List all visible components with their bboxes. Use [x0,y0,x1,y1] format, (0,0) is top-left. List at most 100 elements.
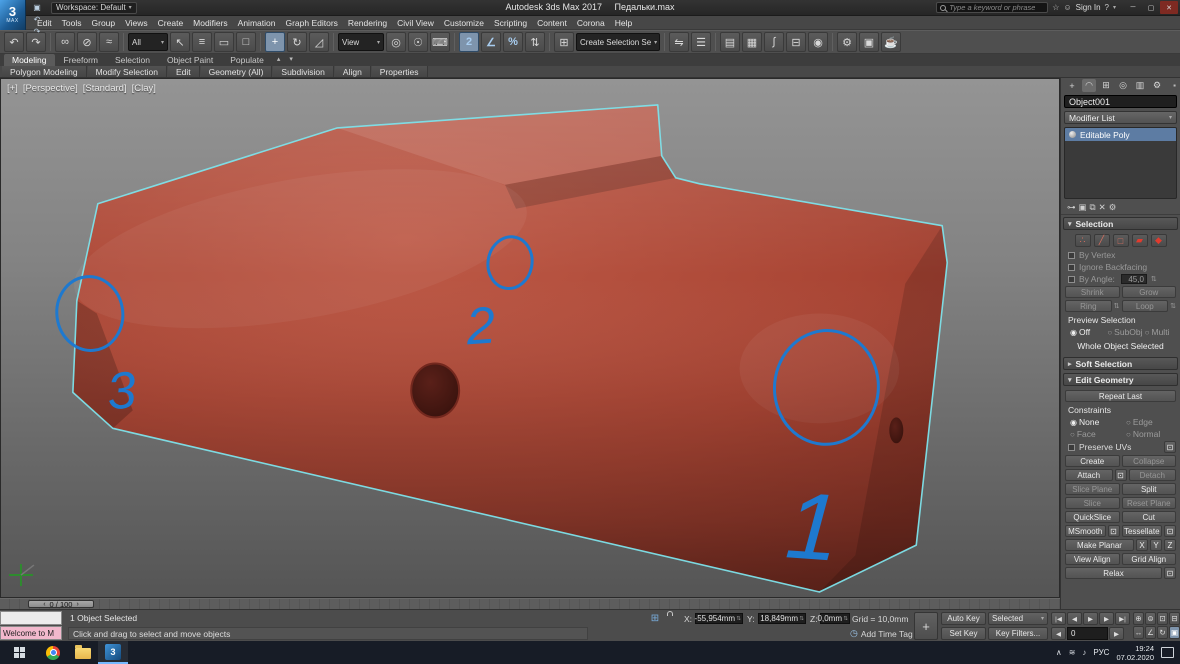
view-align-button[interactable]: View Align [1065,553,1120,565]
constraint-none-radio[interactable]: ◉None [1070,417,1124,427]
split-button[interactable]: Split [1122,483,1177,495]
tessellate-button[interactable]: Tessellate [1122,525,1163,537]
next-key-button[interactable]: ▶ [1109,627,1124,640]
qat-redo-icon[interactable]: ↷ [30,26,44,38]
isolate-selection-icon[interactable]: ⊞ [648,612,662,625]
percent-snap-icon[interactable]: % [503,32,523,52]
preview-subobj-radio[interactable]: ○SubObj [1107,327,1142,337]
spinner-icon[interactable]: ⇅ [736,616,741,622]
time-slider-handle[interactable]: ‹ 0 / 100 › [28,600,94,608]
tab-object-paint[interactable]: Object Paint [159,54,221,66]
select-link-icon[interactable]: ∞ [55,32,75,52]
vertex-icon[interactable]: ∴ [1075,234,1091,247]
minimize-button[interactable]: ─ [1124,1,1142,14]
ignore-backfacing-checkbox[interactable]: Ignore Backfacing [1068,262,1180,272]
spinner-icon[interactable]: ⇅ [1114,302,1120,310]
start-button[interactable] [0,641,38,664]
set-key-button[interactable]: Set Key [941,627,986,640]
viewport-menu-general[interactable]: [+] [7,83,18,94]
quickslice-button[interactable]: QuickSlice [1065,511,1120,523]
maximize-viewport-icon[interactable]: ▣ [1169,626,1180,639]
maxscript-mini-listener[interactable]: Welcome to M [0,626,62,640]
taskbar-clock[interactable]: 19:24 07.02.2020 [1116,644,1154,662]
ribbon-panel-geometry-all[interactable]: Geometry (All) [201,66,273,77]
user-icon[interactable]: ☺ [1063,3,1071,12]
selection-filter-dropdown[interactable]: All▾ [128,33,168,51]
pin-stack-icon[interactable]: ⊶ [1067,202,1076,213]
network-icon[interactable]: ≋ [1069,648,1076,657]
tab-populate[interactable]: Populate [222,54,272,66]
y-button[interactable]: Y [1150,539,1162,551]
named-selection-sets-dropdown[interactable]: Create Selection Se▾ [576,33,660,51]
perspective-viewport[interactable]: 3 2 1 [+] [Perspective] [Standard] [Clay] [0,78,1060,598]
spinner-icon[interactable]: ⇅ [1151,275,1157,283]
preview-off-radio[interactable]: ◉Off [1070,327,1105,337]
create-tab-icon[interactable]: + [1065,79,1079,92]
reference-coordinate-dropdown[interactable]: View▾ [338,33,384,51]
ring-button[interactable]: Ring [1065,300,1112,312]
constraint-face-radio[interactable]: ○Face [1070,429,1124,439]
next-frame-icon[interactable]: › [76,601,78,608]
slice-button[interactable]: Slice [1065,497,1120,509]
spinner-icon[interactable]: ⇅ [843,616,848,622]
save-file-icon[interactable]: ▣ [30,2,44,14]
x-button[interactable]: X [1136,539,1148,551]
orbit-icon[interactable]: ↻ [1157,626,1168,639]
ribbon-panel-edit[interactable]: Edit [168,66,200,77]
next-frame-button[interactable]: ▶ [1099,612,1114,625]
ribbon-toggle-icon[interactable]: ▦ [742,32,762,52]
select-manipulate-icon[interactable]: ☉ [408,32,428,52]
rendered-frame-icon[interactable]: ▣ [859,32,879,52]
viewport-menu-pov[interactable]: [Perspective] [23,83,78,94]
undo-icon[interactable]: ↶ [4,32,24,52]
menu-customize[interactable]: Customize [439,16,489,30]
menu-group[interactable]: Group [87,16,121,30]
select-scale-icon[interactable]: ◿ [309,32,329,52]
menu-animation[interactable]: Animation [233,16,281,30]
z-coordinate-field[interactable]: 0,0mm⇅ [820,613,850,624]
object-name-field[interactable]: Object001 [1064,95,1177,108]
by-angle-checkbox[interactable]: By Angle: 45,0 ⇅ [1068,274,1180,284]
prev-frame-icon[interactable]: ‹ [43,601,45,608]
use-pivot-center-icon[interactable]: ◎ [386,32,406,52]
ribbon-minimize-icon[interactable]: ▴ [273,54,285,66]
border-icon[interactable]: □ [1113,234,1129,247]
sign-in-button[interactable]: Sign In [1076,3,1101,12]
snap-toggle-icon[interactable]: 2 [459,32,479,52]
workspace-dropdown[interactable]: Workspace: Default▾ [51,2,137,14]
mirror-icon[interactable]: ⇋ [669,32,689,52]
create-button[interactable]: Create [1065,455,1120,467]
show-end-result-icon[interactable]: ▣ [1079,202,1087,213]
prev-key-button[interactable]: ◀ [1051,627,1066,640]
constraint-edge-radio[interactable]: ○Edge [1126,417,1180,427]
curve-editor-icon[interactable]: ∫ [764,32,784,52]
settings-button[interactable]: ⊡ [1108,525,1120,537]
constraint-normal-radio[interactable]: ○Normal [1126,429,1180,439]
utilities-tab-icon[interactable]: ⚙ [1150,79,1164,92]
favorites-icon[interactable]: ☆ [1052,3,1059,12]
motion-tab-icon[interactable]: ◎ [1116,79,1130,92]
spinner-icon[interactable]: ⇅ [1170,302,1176,310]
ribbon-panel-modify-selection[interactable]: Modify Selection [88,66,167,77]
close-button[interactable]: ✕ [1160,1,1178,14]
select-move-icon[interactable]: + [265,32,285,52]
viewport-menu-shading[interactable]: [Clay] [132,83,156,94]
y-coordinate-field[interactable]: 18,849mm⇅ [758,613,806,624]
hierarchy-tab-icon[interactable]: ⊞ [1099,79,1113,92]
polygon-icon[interactable]: ▰ [1132,234,1148,247]
scene-canvas[interactable]: 3 2 1 [1,79,1059,598]
action-center-icon[interactable] [1161,647,1174,658]
element-icon[interactable]: ◆ [1151,234,1167,247]
ribbon-panel-properties[interactable]: Properties [372,66,428,77]
3dsmax-logo[interactable]: 3MAX [0,0,26,30]
remove-modifier-icon[interactable]: ✕ [1099,202,1106,213]
viewport-menu-standard[interactable]: [Standard] [83,83,127,94]
render-setup-icon[interactable]: ⚙ [837,32,857,52]
reset-plane-button[interactable]: Reset Plane [1122,497,1177,509]
menu-content[interactable]: Content [532,16,572,30]
settings-button[interactable]: ⊡ [1164,525,1176,537]
modifier-list-dropdown[interactable]: Modifier List▾ [1064,111,1177,124]
language-indicator[interactable]: РУС [1093,648,1109,657]
angle-snap-icon[interactable]: ∠ [481,32,501,52]
menu-rendering[interactable]: Rendering [343,16,392,30]
